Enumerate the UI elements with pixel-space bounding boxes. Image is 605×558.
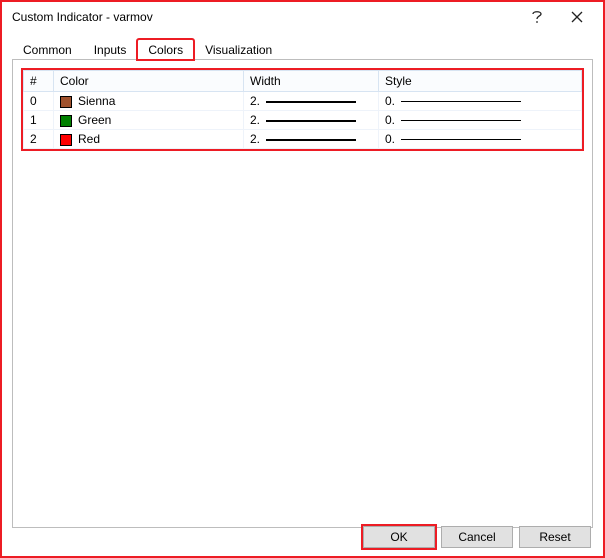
tab-colors[interactable]: Colors <box>137 39 194 60</box>
tab-label: Colors <box>148 43 183 57</box>
line-width-preview-icon <box>266 101 356 103</box>
col-header-style[interactable]: Style <box>379 71 582 92</box>
line-width-preview-icon <box>266 139 356 141</box>
ok-button[interactable]: OK <box>363 526 435 548</box>
line-width-preview-icon <box>266 120 356 122</box>
tab-label: Common <box>23 43 72 57</box>
tab-visualization[interactable]: Visualization <box>194 39 283 60</box>
button-label: OK <box>390 530 407 544</box>
width-value: 2. <box>250 113 260 127</box>
colors-table-highlight: # Color Width Style 0 Sienna 2. 0. <box>21 68 584 151</box>
window-title: Custom Indicator - varmov <box>12 10 517 24</box>
colors-table[interactable]: # Color Width Style 0 Sienna 2. 0. <box>23 70 582 149</box>
col-header-width[interactable]: Width <box>244 71 379 92</box>
close-button[interactable] <box>557 3 597 31</box>
tab-label: Visualization <box>205 43 272 57</box>
style-value: 0. <box>385 113 395 127</box>
tab-label: Inputs <box>94 43 127 57</box>
cell-index: 0 <box>24 92 54 111</box>
color-swatch-icon <box>60 115 72 127</box>
width-value: 2. <box>250 94 260 108</box>
color-swatch-icon <box>60 96 72 108</box>
cell-style[interactable]: 0. <box>379 92 582 111</box>
tab-common[interactable]: Common <box>12 39 83 60</box>
cell-index: 2 <box>24 130 54 149</box>
tab-pane-colors: # Color Width Style 0 Sienna 2. 0. <box>12 60 593 528</box>
color-name: Green <box>78 113 111 127</box>
cell-color[interactable]: Green <box>54 111 244 130</box>
cell-style[interactable]: 0. <box>379 111 582 130</box>
col-header-color[interactable]: Color <box>54 71 244 92</box>
color-swatch-icon <box>60 134 72 146</box>
cell-width[interactable]: 2. <box>244 92 379 111</box>
table-row[interactable]: 0 Sienna 2. 0. <box>24 92 582 111</box>
table-header-row: # Color Width Style <box>24 71 582 92</box>
cell-width[interactable]: 2. <box>244 130 379 149</box>
color-name: Red <box>78 132 100 146</box>
line-style-preview-icon <box>401 139 521 140</box>
title-bar: Custom Indicator - varmov <box>2 2 603 32</box>
col-header-index[interactable]: # <box>24 71 54 92</box>
line-style-preview-icon <box>401 101 521 102</box>
button-label: Reset <box>539 530 570 544</box>
cell-color[interactable]: Red <box>54 130 244 149</box>
style-value: 0. <box>385 132 395 146</box>
cell-index: 1 <box>24 111 54 130</box>
button-label: Cancel <box>458 530 495 544</box>
cancel-button[interactable]: Cancel <box>441 526 513 548</box>
tab-strip: Common Inputs Colors Visualization <box>12 36 593 60</box>
width-value: 2. <box>250 132 260 146</box>
reset-button[interactable]: Reset <box>519 526 591 548</box>
cell-style[interactable]: 0. <box>379 130 582 149</box>
color-name: Sienna <box>78 94 115 108</box>
tab-inputs[interactable]: Inputs <box>83 39 138 60</box>
dialog-window: Custom Indicator - varmov Common Inputs … <box>0 0 605 558</box>
line-style-preview-icon <box>401 120 521 121</box>
help-button[interactable] <box>517 3 557 31</box>
style-value: 0. <box>385 94 395 108</box>
table-row[interactable]: 2 Red 2. 0. <box>24 130 582 149</box>
cell-color[interactable]: Sienna <box>54 92 244 111</box>
dialog-body: Common Inputs Colors Visualization # Col… <box>2 32 603 538</box>
cell-width[interactable]: 2. <box>244 111 379 130</box>
dialog-footer: OK Cancel Reset <box>363 526 591 548</box>
table-row[interactable]: 1 Green 2. 0. <box>24 111 582 130</box>
